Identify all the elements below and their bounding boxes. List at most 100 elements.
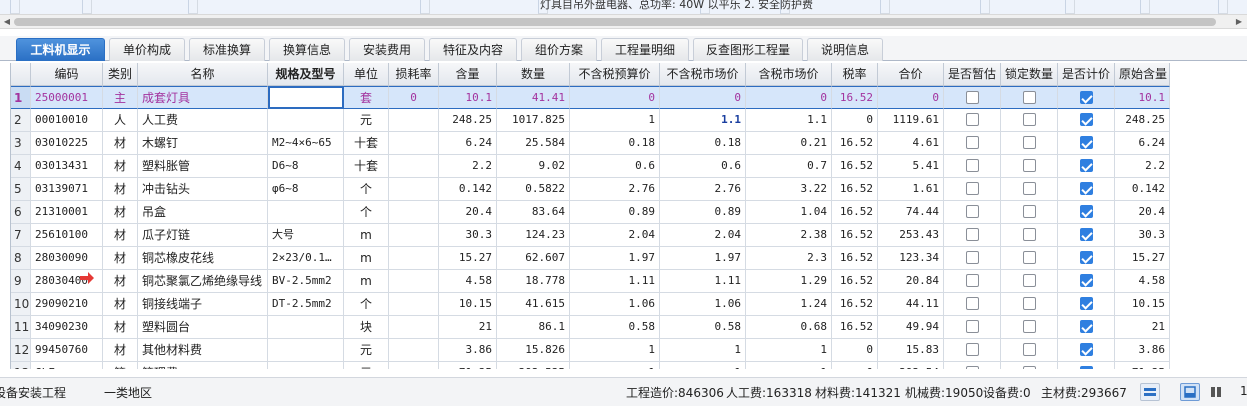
cell-quantity[interactable]: 9.02: [497, 155, 570, 178]
col-header-quantity[interactable]: 数量: [497, 63, 570, 86]
cell-content[interactable]: 15.27: [439, 247, 497, 270]
checkbox[interactable]: [1022, 228, 1036, 241]
cell-is-priced[interactable]: [1058, 201, 1115, 224]
cell-total[interactable]: 44.11: [878, 293, 944, 316]
cell-name[interactable]: 人工费: [138, 109, 268, 132]
cell-is-priced[interactable]: [1058, 316, 1115, 339]
cell-code[interactable]: GLF: [31, 362, 103, 369]
cell-is-estimate[interactable]: [944, 109, 1001, 132]
checked-checkbox[interactable]: [1079, 182, 1093, 195]
checkbox[interactable]: [965, 274, 979, 287]
cell-spec[interactable]: M2~4×6~65: [268, 132, 344, 155]
checkbox[interactable]: [965, 343, 979, 356]
cell-quantity[interactable]: 1017.825: [497, 109, 570, 132]
cell-pre-tax-budget[interactable]: 1: [570, 109, 660, 132]
cell-content[interactable]: 30.3: [439, 224, 497, 247]
cell-code[interactable]: 34090230: [31, 316, 103, 339]
tab-features[interactable]: 特征及内容: [429, 38, 517, 61]
cell-name[interactable]: 铜接线端子: [138, 293, 268, 316]
cell-pre-tax-market[interactable]: 1.97: [660, 247, 746, 270]
table-row[interactable]: 8 28030090 材铜芯橡皮花线 2×23/0.1… m 15.27 62.607 1.9…: [11, 247, 1170, 270]
cell-type[interactable]: 材: [103, 178, 138, 201]
cell-tax-market[interactable]: 1.24: [746, 293, 832, 316]
cell-quantity[interactable]: 86.1: [497, 316, 570, 339]
col-header-is-estimate[interactable]: 是否暂估: [944, 63, 1001, 86]
cell-spec[interactable]: [268, 362, 344, 369]
cell-type[interactable]: 材: [103, 316, 138, 339]
cell-tax-rate[interactable]: 0: [832, 109, 878, 132]
cell-loss-rate[interactable]: [389, 362, 439, 369]
cell-pre-tax-market[interactable]: 0.6: [660, 155, 746, 178]
cell-pre-tax-market[interactable]: 2.04: [660, 224, 746, 247]
cell-spec[interactable]: BV-2.5mm2: [268, 270, 344, 293]
cell-tax-rate[interactable]: 16.52: [832, 316, 878, 339]
cell-content[interactable]: 71.35: [439, 362, 497, 369]
cell-quantity[interactable]: 15.826: [497, 339, 570, 362]
cell-total[interactable]: 292.54: [878, 362, 944, 369]
cell-total[interactable]: 49.94: [878, 316, 944, 339]
cell-tax-market[interactable]: 1.1: [746, 109, 832, 132]
cell-pre-tax-budget[interactable]: 1.06: [570, 293, 660, 316]
cell-type[interactable]: 材: [103, 293, 138, 316]
cell-pre-tax-market[interactable]: 1.06: [660, 293, 746, 316]
cell-tax-market[interactable]: 3.22: [746, 178, 832, 201]
cell-name[interactable]: 吊盒: [138, 201, 268, 224]
cell-unit[interactable]: m: [344, 247, 389, 270]
cell-content[interactable]: 6.24: [439, 132, 497, 155]
cell-quantity[interactable]: 62.607: [497, 247, 570, 270]
col-header-name[interactable]: 名称: [138, 63, 268, 86]
cell-is-estimate[interactable]: [944, 224, 1001, 247]
cell-tax-market[interactable]: 1.29: [746, 270, 832, 293]
cell-is-priced[interactable]: [1058, 270, 1115, 293]
checkbox[interactable]: [965, 91, 979, 104]
layout-grid-button[interactable]: [1180, 383, 1200, 401]
cell-code[interactable]: 29090210: [31, 293, 103, 316]
tab-reverse-lookup[interactable]: 反查图形工程量: [693, 38, 803, 61]
cell-is-priced[interactable]: [1058, 132, 1115, 155]
cell-content[interactable]: 10.15: [439, 293, 497, 316]
cell-type[interactable]: 材: [103, 201, 138, 224]
cell-pre-tax-market[interactable]: 2.76: [660, 178, 746, 201]
scroll-right-icon[interactable]: ▶: [1233, 16, 1245, 28]
cell-original-content[interactable]: 21: [1115, 316, 1170, 339]
cell-total[interactable]: 5.41: [878, 155, 944, 178]
checkbox[interactable]: [965, 182, 979, 195]
checkbox[interactable]: [965, 320, 979, 333]
col-header-pre-tax-market[interactable]: 不含税市场价: [660, 63, 746, 86]
cell-is-priced[interactable]: [1058, 109, 1115, 132]
table-row[interactable]: 3 03010225 材木螺钉 M2~4×6~65 十套 6.24 25.584 0.18 0.…: [11, 132, 1170, 155]
table-row[interactable]: 5 03139071 材冲击钻头 φ6~8 个 0.142 0.5822 2.76 2.76 3.…: [11, 178, 1170, 201]
cell-is-estimate[interactable]: [944, 293, 1001, 316]
cell-pre-tax-budget[interactable]: 0.58: [570, 316, 660, 339]
cell-unit[interactable]: 个: [344, 201, 389, 224]
cell-lock-qty[interactable]: [1001, 270, 1058, 293]
cell-name[interactable]: 铜芯橡皮花线: [138, 247, 268, 270]
cell-tax-rate[interactable]: 16.52: [832, 178, 878, 201]
cell-code[interactable]: 25000001: [31, 86, 103, 109]
tab-quantity-detail[interactable]: 工程量明细: [601, 38, 689, 61]
cell-pre-tax-market[interactable]: 1.1: [660, 109, 746, 132]
cell-original-content[interactable]: 3.86: [1115, 339, 1170, 362]
cell-code[interactable]: 21310001: [31, 201, 103, 224]
checked-checkbox[interactable]: [1079, 228, 1093, 241]
checkbox[interactable]: [1022, 136, 1036, 149]
cell-tax-market[interactable]: 1: [746, 339, 832, 362]
cell-spec[interactable]: [268, 86, 344, 109]
cell-code[interactable]: 03013431: [31, 155, 103, 178]
cell-total[interactable]: 253.43: [878, 224, 944, 247]
cell-tax-market[interactable]: 2.3: [746, 247, 832, 270]
cell-original-content[interactable]: 6.24: [1115, 132, 1170, 155]
checked-checkbox[interactable]: [1079, 366, 1093, 369]
checkbox[interactable]: [965, 159, 979, 172]
scrollbar-thumb[interactable]: [14, 18, 1216, 26]
col-header-tax-rate[interactable]: 税率: [832, 63, 878, 86]
checkbox[interactable]: [965, 297, 979, 310]
checkbox[interactable]: [1022, 159, 1036, 172]
cell-loss-rate[interactable]: [389, 293, 439, 316]
cell-tax-market[interactable]: 1.04: [746, 201, 832, 224]
cell-type[interactable]: 材: [103, 132, 138, 155]
cell-pre-tax-budget[interactable]: 0: [570, 86, 660, 109]
cell-quantity[interactable]: 41.41: [497, 86, 570, 109]
tab-conversion-info[interactable]: 换算信息: [269, 38, 345, 61]
cell-content[interactable]: 2.2: [439, 155, 497, 178]
